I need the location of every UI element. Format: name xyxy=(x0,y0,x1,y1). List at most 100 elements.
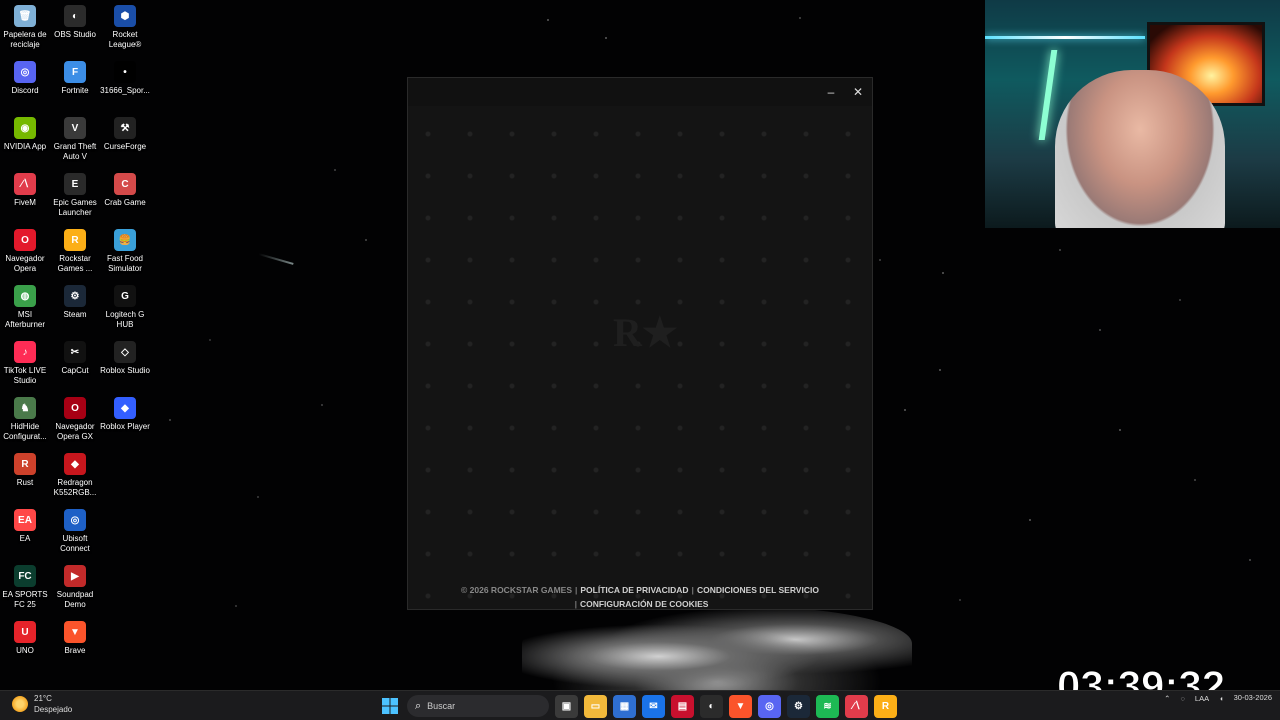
opera-gx-icon: O xyxy=(64,397,86,419)
desktop-icon-label: Fast Food Simulator xyxy=(106,254,143,273)
streamer xyxy=(1055,70,1225,228)
network-icon[interactable]: ◌ xyxy=(1180,694,1184,703)
desktop-icon-label: 31666_Spor... xyxy=(100,86,150,95)
weather-widget[interactable]: 21°C Despejado xyxy=(12,693,72,715)
soundpad-icon: ▶ xyxy=(64,565,86,587)
desktop-icon-label: CapCut xyxy=(61,366,89,375)
desktop-icon[interactable]: ⚒ CurseForge xyxy=(100,112,150,168)
desktop-icon-label: Discord xyxy=(11,86,39,95)
fivem-icon: ∕∖ xyxy=(14,173,36,195)
desktop-icon[interactable]: 🗑 Papelera de reciclaje xyxy=(0,0,50,56)
roblox-player-icon: ◆ xyxy=(114,397,136,419)
brave-icon: ▼ xyxy=(64,621,86,643)
search-icon: ⌕ xyxy=(415,699,422,712)
weather-description: Despejado xyxy=(34,705,73,714)
launcher-loading-pattern xyxy=(408,106,872,609)
desktop-icon-label: TikTok LIVE Studio xyxy=(3,366,47,385)
desktop-icon[interactable]: ◍ MSI Afterburner xyxy=(0,280,50,336)
launcher-footer: © 2026 ROCKSTAR GAMES | POLÍTICA DE PRIVAC… xyxy=(408,583,872,611)
sun-icon xyxy=(12,696,28,712)
fivem-icon[interactable]: ∕∖ xyxy=(845,694,868,718)
desktop-icon[interactable]: C Crab Game xyxy=(100,168,150,224)
desktop-icon[interactable]: E Epic Games Launcher xyxy=(50,168,100,224)
desktop-icon[interactable]: R Rockstar Games ... xyxy=(50,224,100,280)
desktop-icon-label: Rocket League® xyxy=(108,30,142,49)
start-button[interactable] xyxy=(378,695,401,718)
desktop-icon[interactable]: U UNO xyxy=(0,616,50,672)
desktop-icon[interactable]: ♪ TikTok LIVE Studio xyxy=(0,336,50,392)
desktop-icon[interactable]: ◉ NVIDIA App xyxy=(0,112,50,168)
language-indicator[interactable]: LAA xyxy=(1195,694,1209,703)
taskbar-search[interactable]: ⌕ Buscar xyxy=(407,695,549,717)
desktop-icon-label: Steam xyxy=(63,310,87,319)
mail-icon[interactable]: ✉ xyxy=(642,694,665,718)
desktop-icon-grid: 🗑 Papelera de reciclaje ◎ Discord ◉ NVIDIA Ap… xyxy=(0,0,150,672)
desktop-icon[interactable]: ◇ Roblox Studio xyxy=(100,336,150,392)
desktop-icon[interactable]: ✂ CapCut xyxy=(50,336,100,392)
taskbar-date[interactable]: 30-03-2026 xyxy=(1234,693,1272,703)
desktop-icon[interactable]: ⬢ Rocket League® xyxy=(100,0,150,56)
desktop-icon[interactable]: O Navegador Opera GX xyxy=(50,392,100,448)
privacy-policy-link[interactable]: POLÍTICA DE PRIVACIDAD xyxy=(580,585,688,595)
desktop-icon[interactable]: F Fortnite xyxy=(50,56,100,112)
obs-studio-icon[interactable]: ◐ xyxy=(700,694,723,718)
task-view-icon[interactable]: ▣ xyxy=(555,694,578,718)
desktop-icon[interactable]: ▶ Soundpad Demo xyxy=(50,560,100,616)
footer-separator: | xyxy=(574,599,577,609)
desktop-icon[interactable]: ◎ Discord xyxy=(0,56,50,112)
recycle-bin-icon: 🗑 xyxy=(14,5,36,27)
terms-of-service-link[interactable]: CONDICIONES DEL SERVICIO xyxy=(697,585,819,595)
rocket-league-icon: ⬢ xyxy=(114,5,136,27)
desktop-icon-label: NVIDIA App xyxy=(3,142,47,151)
ea-icon: EA xyxy=(14,509,36,531)
desktop-icon[interactable]: EA EA xyxy=(0,504,50,560)
desktop-icon[interactable]: G Logitech G HUB xyxy=(100,280,150,336)
rockstar-logo-icon: R★ xyxy=(613,310,678,355)
capcut-icon: ✂ xyxy=(64,341,86,363)
search-placeholder: Buscar xyxy=(427,701,456,711)
brave-icon[interactable]: ▼ xyxy=(729,694,752,718)
desktop-icon[interactable]: ◐ OBS Studio xyxy=(50,0,100,56)
desktop-icon[interactable]: R Rust xyxy=(0,448,50,504)
webcam-overlay xyxy=(985,0,1280,228)
desktop-icon-label: Navegador Opera xyxy=(5,254,45,273)
discord-icon: ◎ xyxy=(14,61,36,83)
cookie-settings-link[interactable]: CONFIGURACIÓN DE COOKIES xyxy=(580,599,708,609)
epic-games-icon: E xyxy=(64,173,86,195)
desktop-icon[interactable]: O Navegador Opera xyxy=(0,224,50,280)
taskbar-center: ⌕ Buscar ▣ ▭ ▦ ✉ ▤ ◐ ▼ ◎ ⚙ ≋ ∕∖ R xyxy=(378,694,897,718)
nvidia-icon: ◉ xyxy=(14,117,36,139)
desktop-icon[interactable]: ∕∖ FiveM xyxy=(0,168,50,224)
launcher-titlebar[interactable]: – ✕ xyxy=(408,78,872,106)
steam-icon[interactable]: ⚙ xyxy=(787,694,810,718)
copyright-text: © 2026 ROCKSTAR GAMES xyxy=(461,585,572,595)
desktop-icon[interactable]: FC EA SPORTS FC 25 xyxy=(0,560,50,616)
desktop-icon[interactable]: V Grand Theft Auto V xyxy=(50,112,100,168)
desktop-icon-label: Brave xyxy=(64,646,86,655)
volume-icon[interactable]: ◖ xyxy=(1219,694,1224,703)
discord-icon[interactable]: ◎ xyxy=(758,694,781,718)
chevron-up-icon[interactable]: ⌃ xyxy=(1164,694,1170,703)
microsoft-store-icon[interactable]: ▦ xyxy=(613,694,636,718)
desktop-icon[interactable]: ▼ Brave xyxy=(50,616,100,672)
spotify-icon[interactable]: ≋ xyxy=(816,694,839,718)
minimize-button[interactable]: – xyxy=(822,84,840,100)
desktop-icon[interactable]: ♞ HidHide Configurat... xyxy=(0,392,50,448)
rockstar-games-icon[interactable]: R xyxy=(874,694,897,718)
close-button[interactable]: ✕ xyxy=(849,84,867,100)
desktop-icon-label: Crab Game xyxy=(104,198,146,207)
desktop-icon[interactable]: ◎ Ubisoft Connect xyxy=(50,504,100,560)
desktop-icon[interactable]: • 31666_Spor... xyxy=(100,56,150,112)
desktop-icon-label: FiveM xyxy=(14,198,36,207)
desktop-icon[interactable]: ⚙ Steam xyxy=(50,280,100,336)
crab-game-icon: C xyxy=(114,173,136,195)
system-tray: ⌃ ◌ LAA ◖ 30-03-2026 xyxy=(1164,693,1272,703)
news-icon[interactable]: ▤ xyxy=(671,694,694,718)
roblox-studio-icon: ◇ xyxy=(114,341,136,363)
desktop-icon[interactable]: ◆ Redragon K552RGB... xyxy=(50,448,100,504)
file-explorer-icon[interactable]: ▭ xyxy=(584,694,607,718)
desktop-icon-label: Rust xyxy=(16,478,34,487)
desktop-icon[interactable]: 🍔 Fast Food Simulator xyxy=(100,224,150,280)
hidhide-icon: ♞ xyxy=(14,397,36,419)
desktop-icon[interactable]: ◆ Roblox Player xyxy=(100,392,150,448)
